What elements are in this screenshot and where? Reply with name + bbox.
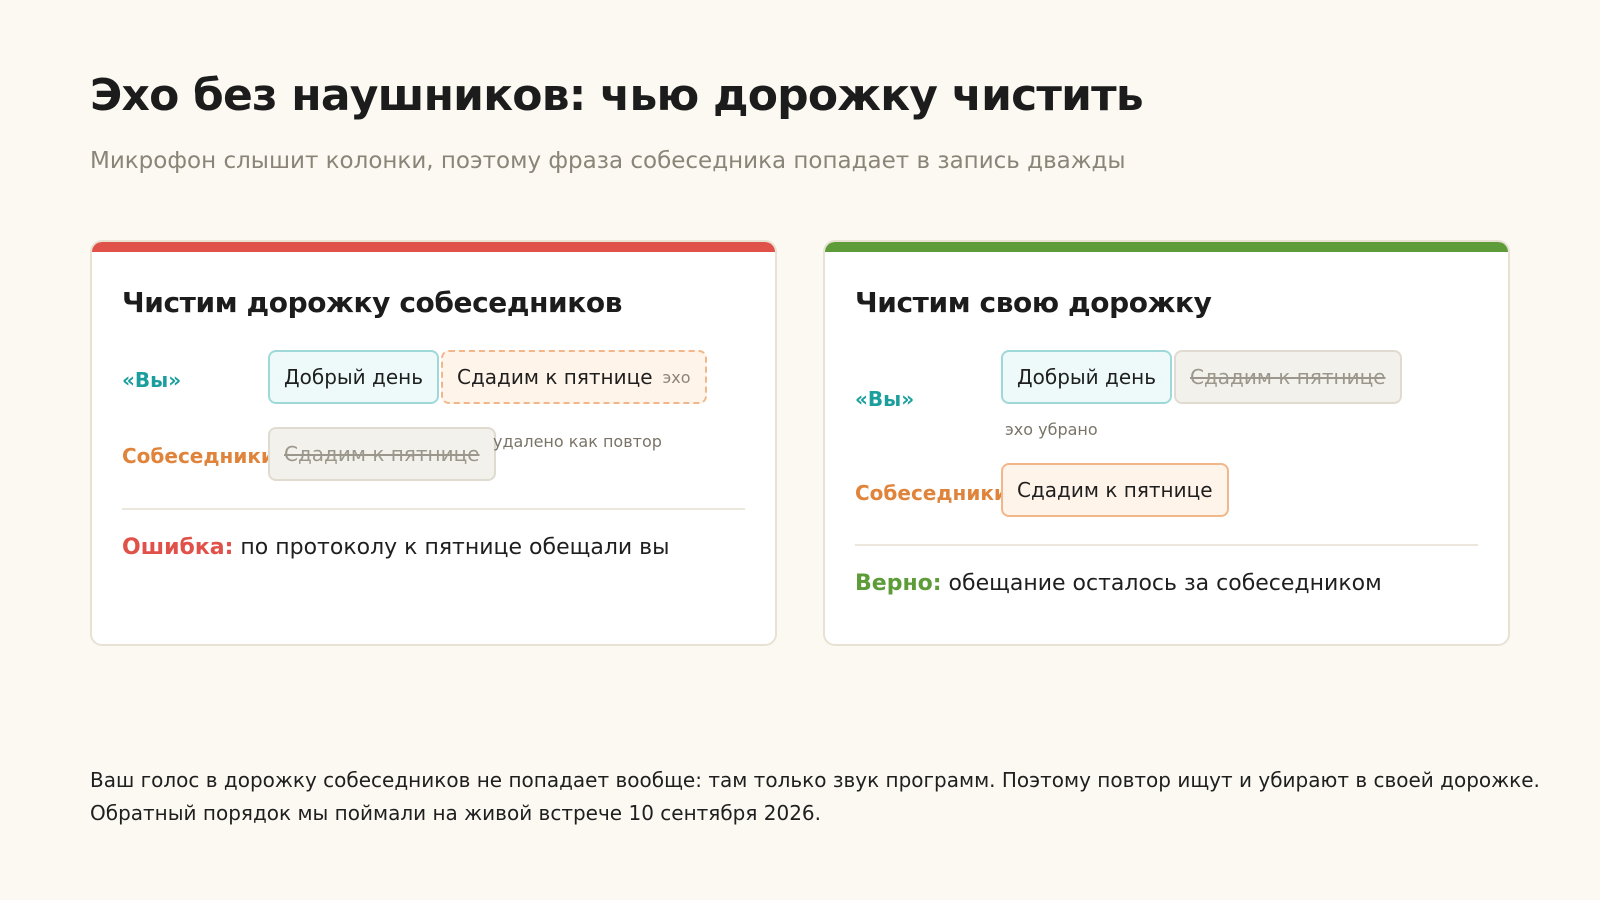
phrase-chip-others-removed: Сдадим к пятнице <box>268 427 496 481</box>
card-accent-bar-right <box>825 242 1508 252</box>
verdict-error: Ошибка: по протоколу к пятнице обещали в… <box>122 535 670 560</box>
echo-removed-note: эхо убрано <box>1005 420 1098 439</box>
phrase-text: Добрый день <box>1017 365 1157 389</box>
track-label-others: Собеседники <box>122 444 275 468</box>
divider <box>855 544 1478 546</box>
verdict-key: Верно: <box>855 571 942 596</box>
track-label-you: «Вы» <box>122 368 182 392</box>
phrase-text: Сдадим к пятнице <box>457 365 653 389</box>
verdict-correct: Верно: обещание осталось за собеседником <box>855 571 1382 596</box>
verdict-text: по протоколу к пятнице обещали вы <box>233 535 670 560</box>
phrase-chip-you-greeting: Добрый день <box>268 350 440 404</box>
page-title: Эхо без наушников: чью дорожку чистить <box>90 70 1144 121</box>
phrase-text: Добрый день <box>284 365 424 389</box>
phrase-chip-others: Сдадим к пятнице <box>1001 463 1229 517</box>
card-title: Чистим дорожку собеседников <box>122 286 623 319</box>
echo-tag: эхо <box>662 367 691 387</box>
footer-line-2: Обратный порядок мы поймали на живой вст… <box>90 801 822 825</box>
footer-note: Ваш голос в дорожку собеседников не попа… <box>90 764 1540 830</box>
verdict-key: Ошибка: <box>122 535 234 560</box>
footer-line-1: Ваш голос в дорожку собеседников не попа… <box>90 768 1540 792</box>
card-clean-others-track: Чистим дорожку собеседников «Вы» Добрый … <box>90 240 777 646</box>
phrase-chip-you-echo: Сдадим к пятнице эхо <box>441 350 707 404</box>
phrase-text: Сдадим к пятнице <box>284 442 480 466</box>
track-label-others: Собеседники <box>855 481 1008 505</box>
phrase-chip-you-greeting: Добрый день <box>1001 350 1173 404</box>
verdict-text: обещание осталось за собеседником <box>941 571 1382 596</box>
removed-note: удалено как повтор <box>493 432 662 451</box>
card-title: Чистим свою дорожку <box>855 286 1212 319</box>
page-subtitle: Микрофон слышит колонки, поэтому фраза с… <box>90 148 1126 174</box>
card-clean-own-track: Чистим свою дорожку «Вы» Добрый день Сда… <box>823 240 1510 646</box>
phrase-text: Сдадим к пятнице <box>1017 478 1213 502</box>
card-accent-bar-wrong <box>92 242 775 252</box>
divider <box>122 508 745 510</box>
track-label-you: «Вы» <box>855 387 915 411</box>
phrase-text: Сдадим к пятнице <box>1190 365 1386 389</box>
phrase-chip-you-echo-removed: Сдадим к пятнице <box>1174 350 1402 404</box>
page: Эхо без наушников: чью дорожку чистить М… <box>90 0 1540 900</box>
